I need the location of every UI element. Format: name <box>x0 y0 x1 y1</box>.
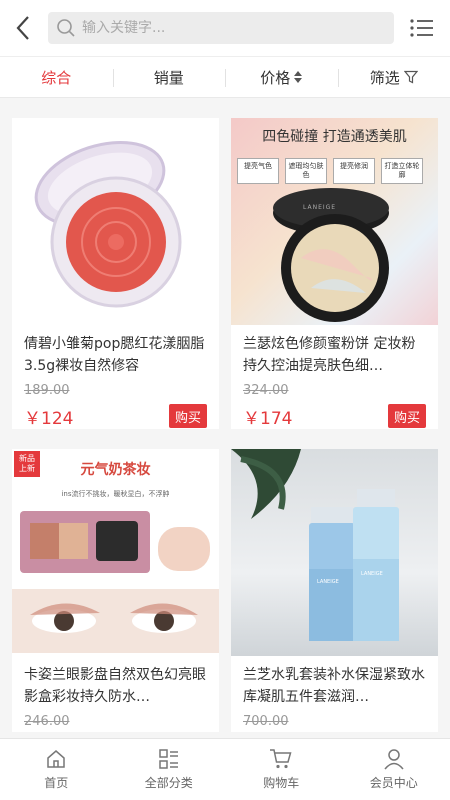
product-card[interactable]: 四色碰撞 打造通透美肌 提亮气色 遮瑕均匀肤色 提亮修润 打造立体轮廓 LANE… <box>231 118 438 429</box>
product-card[interactable]: 倩碧小雏菊pop腮红花漾胭脂3.5g裸妆自然修容 189.00 ￥124 购买 <box>12 118 219 429</box>
sale-price: ￥124 <box>24 408 74 429</box>
brand-mark: LANEIGE <box>303 204 337 211</box>
buy-button[interactable]: 购买 <box>388 404 426 428</box>
powder-compact-illustration <box>273 188 389 322</box>
search-input[interactable] <box>82 20 372 36</box>
toner-bottles-illustration <box>231 449 399 641</box>
filter-label: 综合 <box>41 68 72 87</box>
list-menu-icon <box>410 19 433 37</box>
filter-label: 销量 <box>153 68 184 87</box>
product-title[interactable]: 倩碧小雏菊pop腮红花漾胭脂3.5g裸妆自然修容 <box>12 325 219 377</box>
search-icon <box>57 19 75 37</box>
filter-bar: 综合 销量 价格 筛选 <box>0 56 450 98</box>
filter-price[interactable]: 价格 <box>225 57 338 97</box>
sort-arrows-icon <box>294 71 303 83</box>
tab-categories[interactable]: 全部分类 <box>113 739 226 800</box>
home-icon <box>47 750 65 768</box>
filter-screen[interactable]: 筛选 <box>337 57 450 97</box>
brand-mark: LANEIGE <box>317 579 339 585</box>
search-box[interactable] <box>48 12 394 44</box>
user-icon <box>384 749 404 770</box>
filter-label: 筛选 <box>369 68 400 87</box>
filter-comprehensive[interactable]: 综合 <box>0 57 113 97</box>
tab-home[interactable]: 首页 <box>0 739 113 800</box>
product-title[interactable]: 兰芝水乳套装补水保湿紧致水库凝肌五件套滋润… <box>231 656 438 708</box>
original-price: 246.00 <box>24 714 70 729</box>
original-price: 700.00 <box>243 714 289 729</box>
original-price: 189.00 <box>24 383 70 398</box>
tab-member-center[interactable]: 会员中心 <box>338 739 450 800</box>
product-card[interactable]: 新品上新 元气奶茶妆 ins流行不挑妆，暖秋显白，不浮肿 卡姿兰眼影盘自然双色幻… <box>12 449 219 732</box>
product-card[interactable]: LANEIGE LANEIGE 兰芝水乳套装补水保湿紧致水库凝肌五件套滋润… 7… <box>231 449 438 732</box>
back-arrow-icon <box>16 16 29 40</box>
category-icon <box>159 749 178 769</box>
tab-label: 首页 <box>44 776 69 790</box>
blush-compact-illustration <box>34 141 182 308</box>
filter-label: 价格 <box>260 68 291 87</box>
cart-icon <box>270 749 292 769</box>
brand-mark: LANEIGE <box>361 571 383 577</box>
funnel-icon <box>403 70 418 84</box>
product-title[interactable]: 卡姿兰眼影盘自然双色幻亮眼影盒彩妆持久防水… <box>12 656 219 708</box>
product-image[interactable] <box>12 118 219 325</box>
buy-button[interactable]: 购买 <box>169 404 207 428</box>
product-image[interactable]: 四色碰撞 打造通透美肌 提亮气色 遮瑕均匀肤色 提亮修润 打造立体轮廓 LANE… <box>231 118 438 325</box>
sale-price: ￥174 <box>243 408 293 429</box>
bottom-tab-bar: 首页 全部分类 购物车 会员中心 <box>0 738 450 800</box>
eyeshadow-palette-illustration <box>12 511 219 653</box>
product-title[interactable]: 兰瑟炫色修颜蜜粉饼 定妆粉持久控油提亮肤色细… <box>231 325 438 377</box>
tab-label: 会员中心 <box>369 776 418 790</box>
list-menu-button[interactable] <box>394 0 450 56</box>
product-grid: 倩碧小雏菊pop腮红花漾胭脂3.5g裸妆自然修容 189.00 ￥124 购买 … <box>12 118 438 738</box>
tab-label: 购物车 <box>263 776 300 790</box>
back-button[interactable] <box>0 0 48 56</box>
tab-cart[interactable]: 购物车 <box>225 739 338 800</box>
filter-sales[interactable]: 销量 <box>112 57 226 97</box>
header <box>0 0 450 56</box>
tab-label: 全部分类 <box>144 776 193 790</box>
product-image[interactable]: LANEIGE LANEIGE <box>231 449 438 656</box>
product-image[interactable]: 新品上新 元气奶茶妆 ins流行不挑妆，暖秋显白，不浮肿 <box>12 449 219 656</box>
original-price: 324.00 <box>243 383 289 398</box>
